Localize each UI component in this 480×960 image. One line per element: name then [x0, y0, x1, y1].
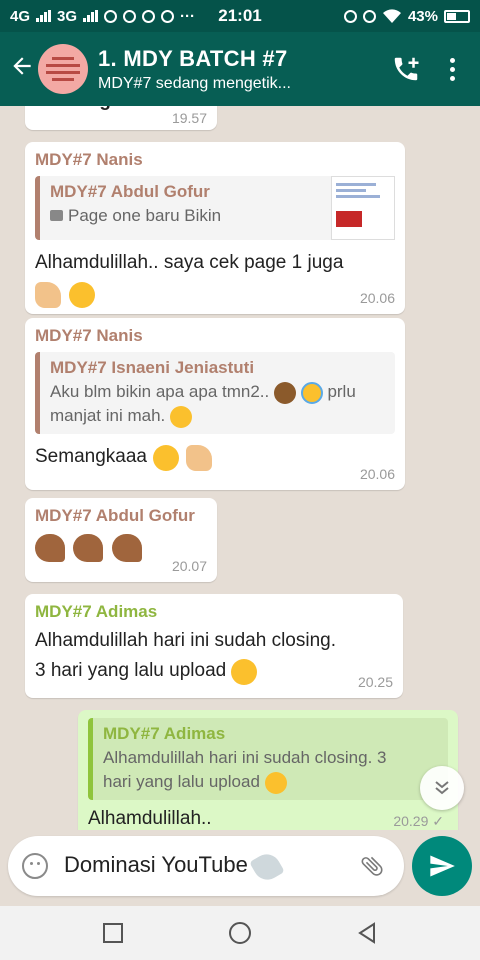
message-text: Semangkaaa [35, 446, 147, 467]
grinning-sweat-emoji-icon [230, 658, 257, 685]
attach-icon[interactable] [352, 846, 392, 886]
nav-back-button[interactable] [347, 913, 387, 953]
message-bubble[interactable]: MDY#7 Adimas Alhamdulillah hari ini suda… [25, 594, 403, 698]
message-time: 20.29 [393, 813, 429, 829]
thumbs-up-emoji-icon [185, 444, 212, 471]
smiling-halo-emoji-icon [300, 381, 323, 404]
message-bubble[interactable]: MDY#7 Nanis MDY#7 Isnaeni Jeniastuti Aku… [25, 318, 405, 490]
message-time: 19.57 [171, 110, 207, 126]
back-arrow-icon[interactable] [2, 53, 42, 86]
home-button[interactable] [220, 913, 260, 953]
flexed-biceps-emoji-icon [111, 534, 142, 562]
composer-bar: Dominasi YouTube [0, 830, 480, 906]
quoted-text: hari yang lalu upload [103, 772, 260, 791]
grinning-emoji-icon [69, 282, 96, 308]
message-time: 20.06 [359, 466, 395, 482]
more-dots-icon: ··· [180, 7, 196, 25]
outgoing-message-bubble[interactable]: MDY#7 Adimas Alhamdulillah hari ini suda… [78, 710, 458, 830]
quoted-sender: MDY#7 Isnaeni Jeniastuti [50, 358, 255, 377]
flexed-biceps-emoji-icon [73, 534, 104, 562]
quoted-text: manjat ini mah. [50, 406, 166, 425]
quoted-image-thumbnail [331, 176, 395, 240]
chat-icon [142, 9, 156, 23]
signal-icon [83, 10, 99, 22]
status-bar: 4G 3G ··· 21:01 43% [0, 0, 480, 32]
quoted-sender: MDY#7 Adimas [103, 724, 226, 743]
system-nav-bar [0, 906, 480, 960]
message-sender: MDY#7 Nanis [35, 326, 143, 345]
recent-apps-button[interactable] [93, 913, 133, 953]
message-bubble[interactable]: MDY#7 Abdul Gofur 20.07 [25, 498, 217, 582]
quoted-text: Alhamdulillah hari ini sudah closing. 3 [103, 748, 387, 767]
message-input-value: Dominasi YouTube [64, 852, 248, 878]
message-bubble[interactable]: Cemungut 19.57 [25, 106, 217, 130]
network-type-2: 3G [57, 7, 78, 25]
message-sender: MDY#7 Nanis [35, 150, 143, 169]
laughing-emoji-icon [153, 444, 180, 471]
see-no-evil-monkey-emoji-icon [273, 381, 296, 404]
quoted-message[interactable]: MDY#7 Isnaeni Jeniastuti Aku blm bikin a… [35, 352, 395, 434]
send-button[interactable] [412, 836, 472, 896]
message-text: Alhamdulillah hari ini sudah closing. [35, 630, 337, 651]
grinning-sweat-emoji-icon [170, 405, 193, 428]
message-text: Alhamdulillah.. saya cek page 1 juga [35, 252, 344, 273]
emoji-icon[interactable] [22, 853, 48, 879]
chat-subtitle: MDY#7 sedang mengetik... [98, 74, 291, 92]
message-time: 20.07 [171, 558, 207, 574]
send-icon [430, 855, 455, 877]
alarm-icon [343, 9, 357, 23]
app-bar: 1. MDY BATCH #7 MDY#7 sedang mengetik... [0, 32, 480, 106]
message-input[interactable]: Dominasi YouTube [64, 848, 352, 885]
mute-icon [362, 9, 376, 23]
rocket-emoji-icon [249, 848, 285, 885]
battery-icon [444, 9, 470, 23]
network-type-1: 4G [10, 7, 31, 25]
message-bubble[interactable]: MDY#7 Nanis MDY#7 Abdul Gofur Page one b… [25, 142, 405, 314]
add-call-icon[interactable] [386, 49, 426, 89]
image-icon [50, 210, 63, 221]
sent-check-icon: ✓ [432, 813, 444, 829]
chat-area[interactable]: Cemungut 19.57 MDY#7 Nanis MDY#7 Abdul G… [0, 106, 480, 830]
message-input-container[interactable]: Dominasi YouTube [8, 836, 404, 896]
thumbs-up-emoji-icon [35, 282, 61, 308]
messenger-icon [161, 9, 175, 23]
quoted-sender: MDY#7 Abdul Gofur [50, 182, 210, 201]
telegram-icon [123, 9, 137, 23]
message-time: 20.06 [359, 290, 395, 306]
chat-header-info[interactable]: 1. MDY BATCH #7 MDY#7 sedang mengetik... [98, 46, 386, 93]
flexed-biceps-emoji-icon [35, 534, 65, 562]
quoted-message[interactable]: MDY#7 Abdul Gofur Page one baru Bikin [35, 176, 395, 240]
message-sender: MDY#7 Adimas [35, 602, 158, 621]
message-time: 20.25 [357, 674, 393, 690]
group-avatar[interactable] [38, 44, 88, 94]
signal-icon [36, 10, 52, 22]
battery-percent: 43% [407, 7, 438, 25]
chat-title: 1. MDY BATCH #7 [98, 45, 288, 71]
message-text: 3 hari yang lalu upload [35, 660, 227, 681]
grinning-sweat-emoji-icon [264, 771, 287, 794]
quoted-text: prlu [327, 382, 356, 401]
wifi-icon [382, 9, 401, 23]
whatsapp-icon [104, 9, 118, 23]
quoted-text: Page one baru Bikin [68, 206, 222, 225]
double-chevron-down-icon [435, 781, 449, 795]
message-sender: MDY#7 Abdul Gofur [35, 506, 195, 525]
more-options-icon[interactable] [432, 49, 472, 89]
scroll-to-bottom-button[interactable] [420, 766, 464, 810]
quoted-message[interactable]: MDY#7 Adimas Alhamdulillah hari ini suda… [88, 718, 448, 800]
quoted-text: Aku blm bikin apa apa tmn2.. [50, 382, 270, 401]
